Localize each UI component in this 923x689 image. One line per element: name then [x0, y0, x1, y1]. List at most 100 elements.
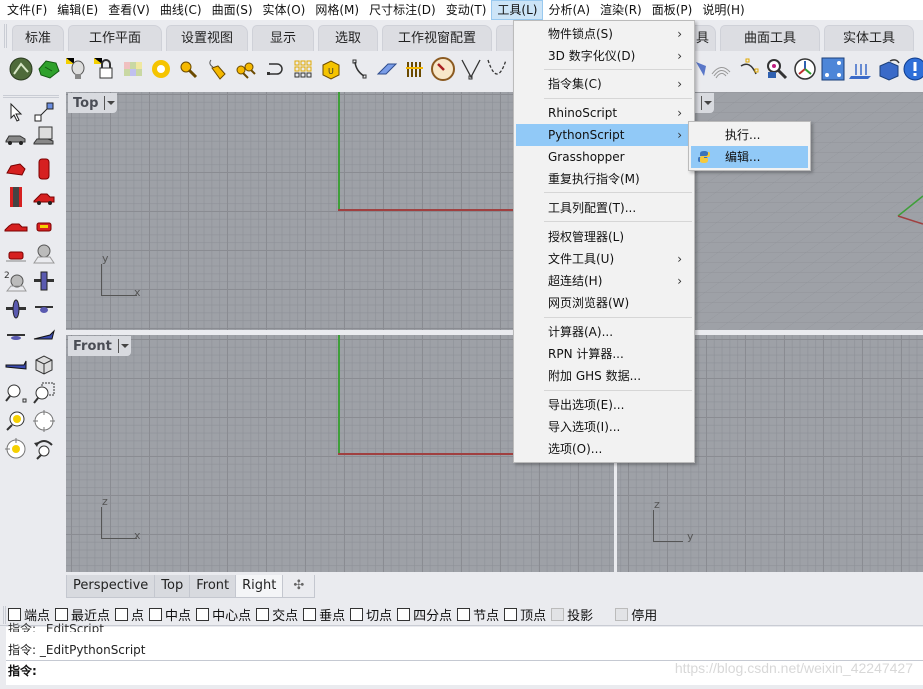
menu-edit[interactable]: 编辑(E) [52, 0, 103, 20]
tab-standard[interactable]: 标准 [12, 25, 64, 51]
toolbar-grip[interactable] [4, 24, 7, 48]
viewport-tab-top[interactable]: Top [154, 575, 191, 598]
osnap-center[interactable]: 中心点 [196, 605, 251, 624]
zoom-selected-icon[interactable] [4, 409, 28, 433]
tab-set-view[interactable]: 设置视图 [166, 25, 248, 51]
checkbox[interactable] [350, 608, 364, 621]
menu-item-export-options[interactable]: 导出选项(E)... [516, 394, 692, 416]
osnap-mid[interactable]: 中点 [149, 605, 191, 624]
menu-curve[interactable]: 曲线(C) [155, 0, 207, 20]
select-arrow-icon[interactable] [4, 100, 28, 124]
osnap-quadrant[interactable]: 四分点 [397, 605, 452, 624]
car-black-top-icon[interactable] [4, 185, 28, 209]
zoom-dashed-icon[interactable] [32, 381, 56, 405]
add-viewport-tab-button[interactable]: ✣ [282, 575, 316, 598]
checkbox[interactable] [504, 608, 518, 621]
viewport-title-front[interactable]: Front [68, 336, 131, 356]
menu-item-file-utilities[interactable]: 文件工具(U) › [516, 248, 692, 270]
plane-top-icon[interactable] [4, 297, 28, 321]
submenu-item-edit[interactable]: 编辑... [691, 146, 808, 168]
key-icon[interactable] [176, 56, 202, 82]
menu-render[interactable]: 渲染(R) [595, 0, 647, 20]
osnap-perpendicular[interactable]: 垂点 [303, 605, 345, 624]
waves-icon[interactable] [708, 56, 734, 82]
arc-points-icon[interactable] [736, 56, 762, 82]
osnap-vertex[interactable]: 顶点 [504, 605, 546, 624]
car-red-side-icon[interactable] [32, 185, 56, 209]
osnap-knot[interactable]: 节点 [457, 605, 499, 624]
plane-side-icon[interactable] [4, 325, 28, 349]
info-icon[interactable] [902, 56, 923, 82]
zoom-object-icon[interactable] [764, 56, 790, 82]
checkbox[interactable] [149, 608, 163, 621]
menu-item-license-manager[interactable]: 授权管理器(L) [516, 226, 692, 248]
fence-icon[interactable] [402, 56, 428, 82]
viewport-tab-front[interactable]: Front [189, 575, 237, 598]
menu-item-command-set[interactable]: 指令集(C) › [516, 73, 692, 95]
menu-item-repeat-command[interactable]: 重复执行指令(M) [516, 168, 692, 190]
plane-blue-icon[interactable] [32, 325, 56, 349]
car-red-top-icon[interactable] [32, 157, 56, 181]
checkbox[interactable] [115, 608, 129, 621]
car-red-front-icon[interactable] [4, 157, 28, 181]
menu-surface[interactable]: 曲面(S) [207, 0, 258, 20]
menu-item-pythonscript[interactable]: PythonScript › [516, 124, 692, 146]
checkbox[interactable] [397, 608, 411, 621]
tab-display[interactable]: 显示 [252, 25, 314, 51]
plane-blue-side-icon[interactable] [4, 353, 28, 377]
submenu-item-run[interactable]: 执行... [691, 124, 808, 146]
car-gray-1-icon[interactable] [4, 125, 28, 149]
checkbox[interactable] [303, 608, 317, 621]
menu-item-3d-digitizer[interactable]: 3D 数字化仪(D) › [516, 45, 692, 67]
menu-dimension[interactable]: 尺寸标注(D) [364, 0, 441, 20]
osnap-point[interactable]: 点 [115, 605, 144, 624]
menu-panels[interactable]: 面板(P) [647, 0, 698, 20]
car-red-small-icon[interactable] [32, 213, 56, 237]
four-points-icon[interactable] [820, 56, 846, 82]
new-globe-icon[interactable] [8, 56, 34, 82]
v-curve-icon[interactable] [458, 56, 484, 82]
menu-help[interactable]: 说明(H) [697, 0, 749, 20]
osnap-tangent[interactable]: 切点 [350, 605, 392, 624]
viewport-title-top[interactable]: Top [68, 93, 118, 113]
plane-small-icon[interactable] [32, 297, 56, 321]
rotate-view-icon[interactable] [32, 437, 56, 461]
left-toolbar-grip[interactable] [3, 95, 59, 98]
menu-item-rpn-calculator[interactable]: RPN 计算器... [516, 343, 692, 365]
menu-tools[interactable]: 工具(L) [491, 0, 544, 20]
zoom-target-icon[interactable] [4, 437, 28, 461]
car-save-icon[interactable] [32, 125, 56, 149]
menu-item-import-options[interactable]: 导入选项(I)... [516, 416, 692, 438]
menu-item-ghs-data[interactable]: 附加 GHS 数据... [516, 365, 692, 387]
menu-transform[interactable]: 变动(T) [441, 0, 492, 20]
point-icon[interactable] [32, 100, 56, 124]
menu-item-calculator[interactable]: 计算器(A)... [516, 321, 692, 343]
u-curve-icon[interactable] [484, 56, 510, 82]
menu-item-grasshopper[interactable]: Grasshopper [516, 146, 692, 168]
osnap-intersection[interactable]: 交点 [256, 605, 298, 624]
ring-icon[interactable] [148, 56, 174, 82]
tag-icon[interactable] [204, 56, 230, 82]
checkbox[interactable] [196, 608, 210, 621]
sphere-grid-icon[interactable] [32, 241, 56, 265]
car-red-low-icon[interactable] [4, 213, 28, 237]
gauge-icon[interactable] [430, 56, 456, 82]
menu-analyze[interactable]: 分析(A) [543, 0, 595, 20]
tab-select[interactable]: 选取 [318, 25, 378, 51]
box-rotate-icon[interactable] [876, 56, 902, 82]
viewport-tab-perspective[interactable]: Perspective [66, 575, 156, 598]
menu-mesh[interactable]: 网格(M) [310, 0, 364, 20]
zoom-window-icon[interactable] [4, 381, 28, 405]
plane-icon[interactable] [374, 56, 400, 82]
menu-item-web-browser[interactable]: 网页浏览器(W) [516, 292, 692, 314]
menu-item-object-snap[interactable]: 物件锁点(S) › [516, 23, 692, 45]
tab-viewport-layout[interactable]: 工作视窗配置 [382, 25, 492, 51]
car-red-mini-icon[interactable] [4, 241, 28, 265]
curve-connect-icon[interactable] [262, 56, 288, 82]
target-icon[interactable] [32, 409, 56, 433]
viewport-menu-caret-icon[interactable] [120, 344, 129, 348]
menu-item-rhinoscript[interactable]: RhinoScript › [516, 102, 692, 124]
sphere-two-icon[interactable]: 2 [4, 269, 28, 293]
menu-item-options[interactable]: 选项(O)... [516, 438, 692, 460]
rotate-axes-icon[interactable] [792, 56, 818, 82]
